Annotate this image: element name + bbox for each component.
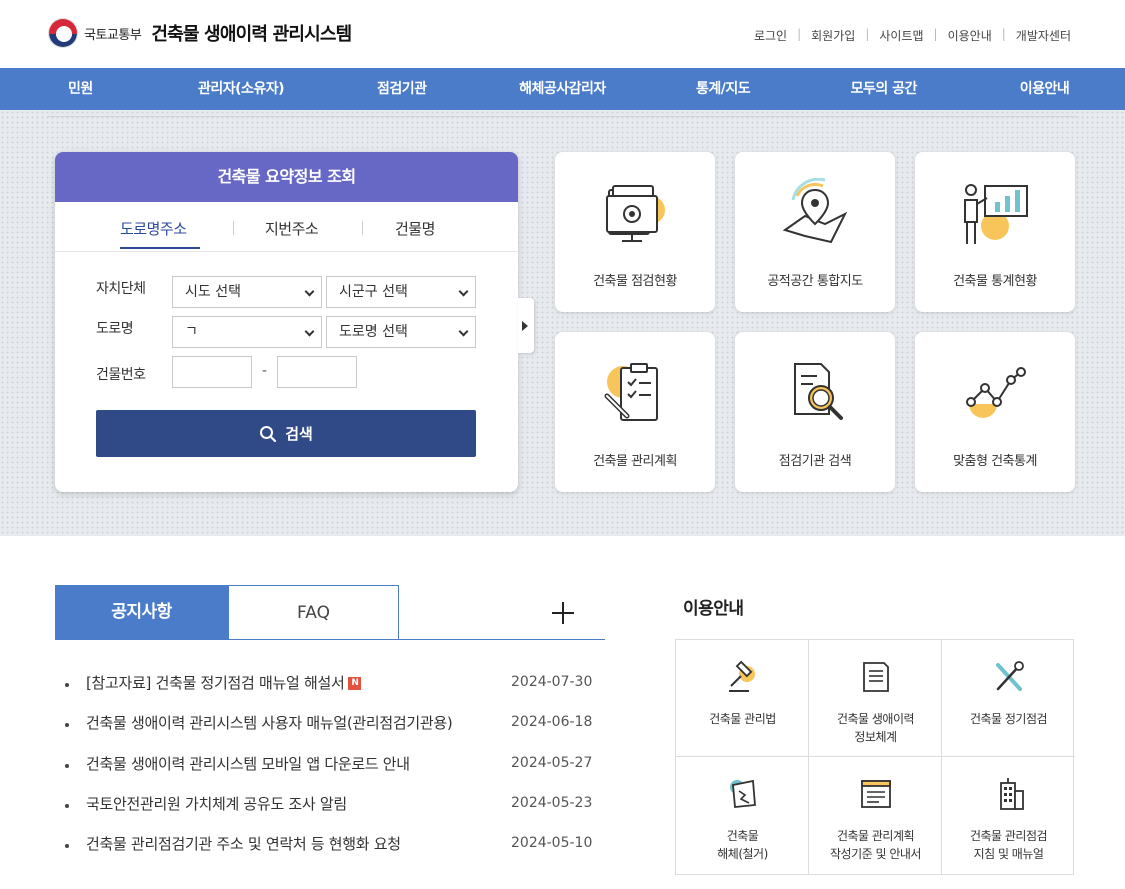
sitemap-link[interactable]: 사이트맵 <box>869 27 933 44</box>
building-icon <box>1000 778 1024 810</box>
panel-toggle-button[interactable] <box>518 298 534 353</box>
utility-links: 로그인 | 회원가입 | 사이트맵 | 이용안내 | 개발자센터 <box>744 27 1081 44</box>
address-tabs: 도로명주소 지번주소 건물명 <box>55 202 518 252</box>
list-item[interactable]: [참고자료] 건축물 정기점검 매뉴얼 해설서 N 2024-07-30 <box>55 672 605 712</box>
guide-inspection-manual[interactable]: 건축물 관리점검 지침 및 매뉴얼 <box>942 757 1075 874</box>
document-search-icon <box>794 363 843 420</box>
more-plus-icon[interactable] <box>552 602 574 624</box>
signup-link[interactable]: 회원가입 <box>801 27 865 44</box>
new-badge: N <box>348 677 362 690</box>
active-tab-indicator <box>120 247 200 249</box>
guide-demolition[interactable]: 건축물 해체(철거) <box>676 757 809 874</box>
line-graph-icon <box>966 367 1026 418</box>
sigungu-select[interactable]: 시군구 선택 <box>326 276 476 308</box>
notice-list: [참고자료] 건축물 정기점검 매뉴얼 해설서 N 2024-07-30 건축물 … <box>55 672 605 873</box>
nav-civil[interactable]: 민원 <box>0 68 161 110</box>
chevron-right-icon <box>522 321 528 331</box>
building-search-panel: 건축물 요약정보 조회 도로명주소 지번주소 건물명 자치단체 시도 선택 시군… <box>55 152 518 492</box>
card-label: 맞춤형 건축통계 <box>953 454 1037 469</box>
panel-title: 건축물 요약정보 조회 <box>55 152 518 202</box>
divider <box>48 116 1078 117</box>
guide-link[interactable]: 이용안내 <box>938 27 1002 44</box>
tools-icon <box>996 661 1024 691</box>
presentation-chart-icon <box>964 184 1028 244</box>
chevron-down-icon <box>458 326 469 337</box>
card-custom-statistics[interactable]: 맞춤형 건축통계 <box>915 332 1075 492</box>
list-item[interactable]: 국토안전관리원 가치체계 공유도 조사 알림 2024-05-23 <box>55 793 605 833</box>
guide-management-plan-standard[interactable]: 건축물 관리계획 작성기준 및 안내서 <box>809 757 942 874</box>
site-logo[interactable]: 국토교통부 건축물 생애이력 관리시스템 <box>48 18 352 48</box>
nav-owner[interactable]: 관리자(소유자) <box>161 68 322 110</box>
site-title: 건축물 생애이력 관리시스템 <box>151 24 352 45</box>
card-label: 건축물 통계현황 <box>953 274 1037 289</box>
notice-title: 건축물 생애이력 관리시스템 사용자 매뉴얼(관리점검기관용) <box>86 714 453 733</box>
notice-date: 2024-05-10 <box>511 835 593 852</box>
header: 국토교통부 건축물 생애이력 관리시스템 로그인 | 회원가입 | 사이트맵 | 이용… <box>0 0 1125 68</box>
notice-date: 2024-05-23 <box>511 794 593 811</box>
guide-building-act[interactable]: 건축물 관리법 <box>676 640 809 757</box>
chevron-down-icon <box>304 286 315 297</box>
building-number-label: 건물번호 <box>96 367 146 383</box>
notice-date: 2024-05-27 <box>511 754 593 771</box>
nav-guide[interactable]: 이용안내 <box>964 68 1125 110</box>
guide-grid: 건축물 관리법 건축물 생애이력 정보체계 건축물 정기점검 건축물 해체(철거… <box>675 639 1075 875</box>
search-button-label: 검색 <box>285 425 313 443</box>
nav-inspection-agency[interactable]: 점검기관 <box>321 68 482 110</box>
chevron-down-icon <box>458 286 469 297</box>
nav-demolition-supervisor[interactable]: 해체공사감리자 <box>482 68 643 110</box>
notice-date: 2024-07-30 <box>511 674 593 690</box>
card-label: 건축물 관리계획 <box>593 454 677 469</box>
nav-stats-map[interactable]: 통계/지도 <box>643 68 804 110</box>
tab-road-address[interactable]: 도로명주소 <box>120 218 187 239</box>
notice-date: 2024-06-18 <box>511 714 593 731</box>
notice-title: 건축물 생애이력 관리시스템 모바일 앱 다운로드 안내 <box>86 754 410 773</box>
document-icon <box>863 662 889 692</box>
map-pin-icon <box>782 178 848 244</box>
road-label: 도로명 <box>96 321 134 337</box>
clipboard-checklist-icon <box>604 363 658 421</box>
emblem-icon <box>48 18 78 48</box>
tab-building-name[interactable]: 건물명 <box>395 218 435 239</box>
guide-lifecycle-info[interactable]: 건축물 생애이력 정보체계 <box>809 640 942 757</box>
tab-notice[interactable]: 공지사항 <box>55 585 228 639</box>
card-inspection-status[interactable]: 건축물 점검현황 <box>555 152 715 312</box>
developer-center-link[interactable]: 개발자센터 <box>1006 27 1081 44</box>
chevron-down-icon <box>304 326 315 337</box>
ministry-name: 국토교통부 <box>84 27 142 43</box>
sido-select[interactable]: 시도 선택 <box>172 276 322 308</box>
guide-section-title: 이용안내 <box>683 599 744 619</box>
list-item[interactable]: 건축물 생애이력 관리시스템 사용자 매뉴얼(관리점검기관용) 2024-06-… <box>55 712 605 752</box>
building-sub-number-input[interactable] <box>277 356 357 388</box>
tab-lot-address[interactable]: 지번주소 <box>265 218 319 239</box>
guide-regular-inspection[interactable]: 건축물 정기점검 <box>942 640 1075 757</box>
notice-title: 국토안전관리원 가치체계 공유도 조사 알림 <box>86 794 347 813</box>
region-label: 자치단체 <box>96 281 146 297</box>
search-icon <box>260 425 277 442</box>
search-button[interactable]: 검색 <box>96 410 476 457</box>
broken-building-icon <box>730 779 756 808</box>
card-agency-search[interactable]: 점검기관 검색 <box>735 332 895 492</box>
card-label: 공적공간 통합지도 <box>767 274 863 289</box>
card-management-plan[interactable]: 건축물 관리계획 <box>555 332 715 492</box>
main-nav: 민원 관리자(소유자) 점검기관 해체공사감리자 통계/지도 모두의 공간 이용… <box>0 68 1125 110</box>
road-name-select[interactable]: 도로명 선택 <box>326 316 476 348</box>
login-link[interactable]: 로그인 <box>744 27 797 44</box>
gavel-icon <box>729 660 755 692</box>
inspection-monitor-icon <box>606 185 665 242</box>
tab-faq[interactable]: FAQ <box>228 585 399 639</box>
nav-public-space[interactable]: 모두의 공간 <box>803 68 964 110</box>
list-item[interactable]: 건축물 생애이력 관리시스템 모바일 앱 다운로드 안내 2024-05-27 <box>55 753 605 793</box>
card-public-space-map[interactable]: 공적공간 통합지도 <box>735 152 895 312</box>
number-separator: - <box>262 363 268 379</box>
card-building-statistics[interactable]: 건축물 통계현황 <box>915 152 1075 312</box>
notice-tabs: 공지사항 FAQ <box>55 585 605 640</box>
building-main-number-input[interactable] <box>172 356 252 388</box>
window-doc-icon <box>861 780 891 808</box>
list-item[interactable]: 건축물 관리점검기관 주소 및 연락처 등 현행화 요청 2024-05-10 <box>55 833 605 873</box>
notice-title: 건축물 관리점검기관 주소 및 연락처 등 현행화 요청 <box>86 835 401 854</box>
initial-consonant-select[interactable]: ㄱ <box>172 316 322 348</box>
card-label: 점검기관 검색 <box>778 454 852 469</box>
card-label: 건축물 점검현황 <box>593 274 677 289</box>
notice-title: [참고자료] 건축물 정기점검 매뉴얼 해설서 N <box>86 672 481 693</box>
